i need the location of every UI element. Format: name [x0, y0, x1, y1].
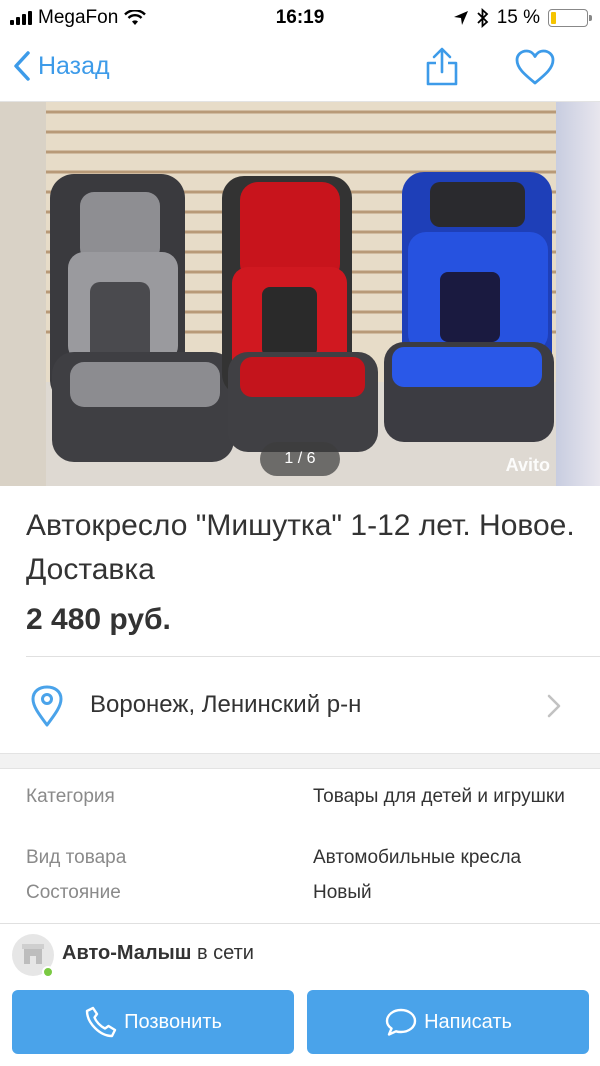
call-button[interactable]: Позвонить [12, 990, 294, 1054]
listing-title: Автокресло "Мишутка" 1-12 лет. Новое. До… [26, 509, 575, 586]
chevron-right-icon [547, 694, 561, 718]
car-seats-image [0, 102, 600, 486]
share-icon[interactable] [422, 46, 462, 86]
seller-line: Авто-Малыш в сети [62, 942, 254, 965]
battery-percent: 15 % [496, 7, 540, 28]
chat-bubble-icon [385, 1008, 417, 1036]
bluetooth-icon [477, 8, 488, 28]
map-pin-icon [31, 685, 63, 727]
detail-key: Состояние [26, 882, 121, 903]
call-label: Позвонить [124, 1010, 222, 1033]
seller-name: Авто-Малыш [62, 942, 192, 964]
write-label: Написать [424, 1010, 512, 1033]
listing-photo[interactable]: 1 / 6 Avito [0, 102, 600, 486]
section-separator [0, 753, 600, 769]
back-button[interactable]: Назад [12, 50, 110, 82]
photo-counter: 1 / 6 [260, 442, 340, 476]
online-status-dot [42, 966, 54, 978]
battery-level [551, 12, 557, 24]
listing-price: 2 480 руб. [26, 603, 171, 636]
detail-value: Товары для детей и игрушки [313, 786, 565, 807]
write-button[interactable]: Написать [307, 990, 589, 1054]
back-label: Назад [38, 51, 110, 80]
avito-watermark: Avito [505, 455, 550, 475]
status-right: 15 % [453, 7, 592, 29]
location-row[interactable]: Воронеж, Ленинский р-н [0, 657, 600, 753]
seller-status: в сети [196, 942, 254, 964]
seller-row[interactable]: Авто-Малыш в сети [0, 924, 600, 986]
nav-bar: Назад [0, 36, 600, 102]
chevron-left-icon [14, 51, 30, 81]
detail-key: Категория [26, 786, 115, 807]
heart-icon[interactable] [514, 48, 556, 86]
detail-key: Вид товара [26, 847, 127, 868]
location-arrow-icon [453, 11, 468, 25]
battery-icon [548, 9, 592, 27]
status-bar: MegaFon 16:19 15 % [0, 0, 600, 36]
detail-value: Новый [313, 882, 372, 903]
detail-value: Автомобильные кресла [313, 847, 522, 868]
location-text: Воронеж, Ленинский р-н [90, 691, 362, 718]
phone-icon [85, 1006, 117, 1038]
